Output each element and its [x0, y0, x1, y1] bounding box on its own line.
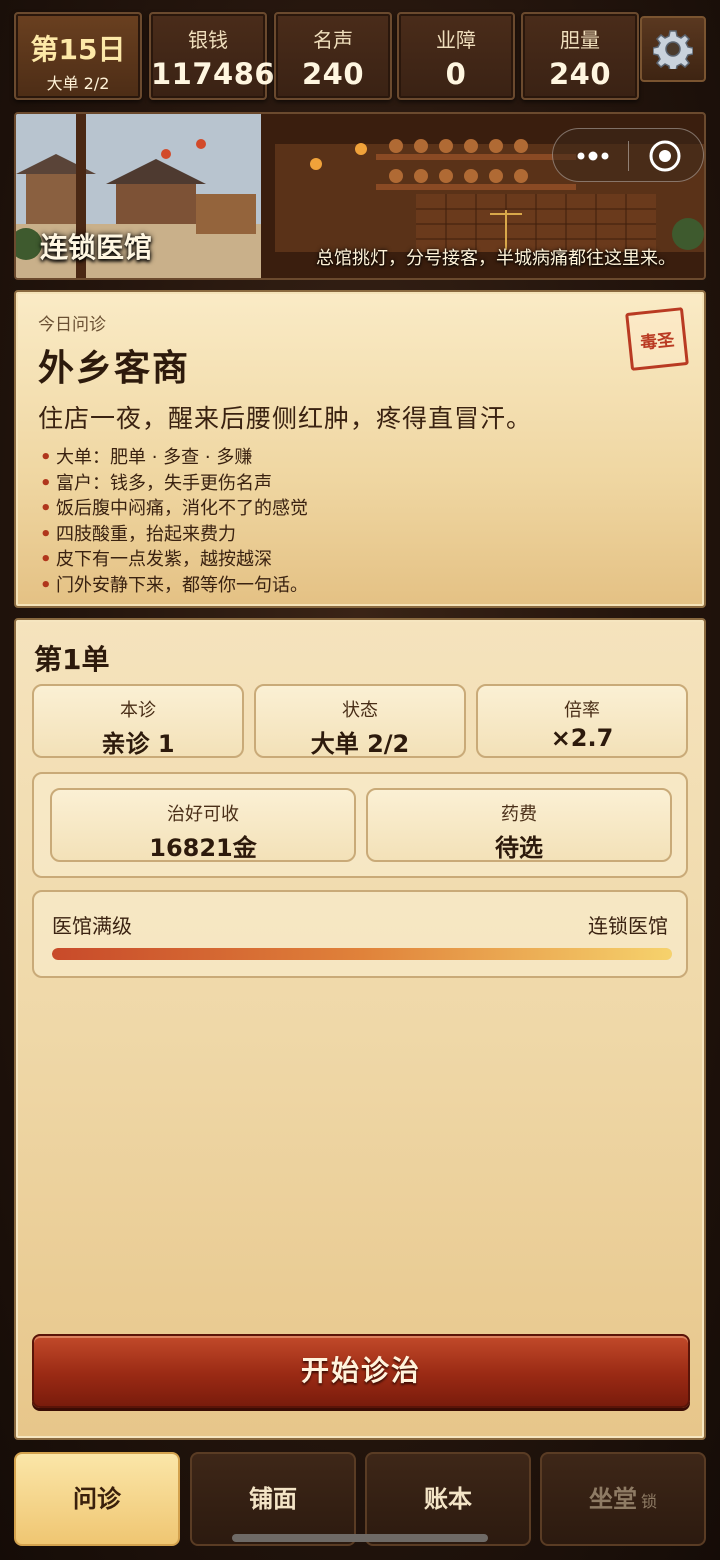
trait-item: 富户：钱多，失手更伤名声: [38, 471, 682, 497]
capsule-divider: [628, 141, 629, 171]
cell-label: 药费: [501, 804, 537, 825]
stat-label: 名声: [313, 28, 353, 52]
stat-label: 业障: [436, 28, 476, 52]
stat-fame: 名声 240: [274, 12, 392, 100]
lock-label: 锁: [640, 1492, 657, 1511]
cell-value: 亲诊 1: [101, 730, 175, 758]
patient-tag: 今日问诊: [38, 315, 106, 335]
order-title: 第1单: [34, 643, 110, 676]
stat-label: 银钱: [188, 28, 228, 52]
top-stats-bar: 第15日 大单 2/2 银钱 117486 名声 240 业障 0 胆量 240: [14, 12, 706, 102]
cell-label: 倍率: [564, 700, 600, 721]
stat-value: 117486: [151, 57, 276, 91]
reward-cell: 治好可收 16821金: [50, 788, 356, 862]
day-label: 第15日: [30, 33, 126, 66]
gear-icon: [653, 30, 693, 69]
trait-item: 门外安静下来，都等你一句话。: [38, 573, 682, 599]
stat-silver: 银钱 117486: [149, 12, 276, 100]
cell-label: 本诊: [120, 700, 156, 721]
stat-label: 胆量: [560, 28, 600, 52]
stat-karma: 业障 0: [397, 12, 515, 100]
patient-card: 今日问诊 外乡客商 住店一夜，醒来后腰侧红肿，疼得直冒汗。 大单：肥单 · 多查…: [14, 290, 706, 608]
tab-shop[interactable]: 铺面: [190, 1452, 356, 1546]
multiplier-cell: 倍率 ×2.7: [476, 684, 688, 758]
trait-item: 饭后腹中闷痛，消化不了的感觉: [38, 496, 682, 522]
tab-label: 问诊: [73, 1485, 121, 1513]
banner-title: 连锁医馆: [40, 231, 153, 264]
day-sub-label: 大单 2/2: [46, 74, 110, 93]
stat-value: 240: [301, 57, 365, 91]
cell-value: 16821金: [149, 834, 257, 862]
cell-label: 治好可收: [167, 804, 239, 825]
home-indicator[interactable]: [232, 1534, 488, 1542]
more-dots-icon[interactable]: [573, 139, 613, 173]
stat-value: 0: [445, 57, 467, 91]
day-counter: 第15日 大单 2/2: [14, 12, 142, 100]
status-cell: 状态 大单 2/2: [254, 684, 466, 758]
patient-description: 住店一夜，醒来后腰侧红肿，疼得直冒汗。: [38, 404, 533, 433]
trait-item: 皮下有一点发紫，越按越深: [38, 547, 682, 573]
level-progress-fill: [52, 948, 672, 960]
tab-label: 铺面: [249, 1485, 297, 1513]
tab-ledger[interactable]: 账本: [365, 1452, 531, 1546]
clinic-level-box: 医馆满级 连锁医馆: [32, 890, 688, 978]
stat-value: 240: [548, 57, 612, 91]
clinic-banner: 连锁医馆 总馆挑灯，分号接客，半城病痛都往这里来。: [14, 112, 706, 280]
fee-box: 治好可收 16821金 药费 待选: [32, 772, 688, 878]
start-treatment-button[interactable]: 开始诊治: [32, 1334, 690, 1408]
cell-value: 待选: [495, 834, 543, 862]
patient-traits-list: 大单：肥单 · 多查 · 多赚 富户：钱多，失手更伤名声 饭后腹中闷痛，消化不了…: [38, 445, 682, 599]
medicine-fee-cell[interactable]: 药费 待选: [366, 788, 672, 862]
consult-cell: 本诊 亲诊 1: [32, 684, 244, 758]
tab-sit-hall[interactable]: 坐堂锁: [540, 1452, 706, 1546]
tab-label: 坐堂: [588, 1485, 637, 1513]
banner-caption: 总馆挑灯，分号接客，半城病痛都往这里来。: [316, 248, 676, 269]
tab-label: 账本: [424, 1485, 472, 1513]
level-progress-track: [52, 948, 672, 960]
patient-name: 外乡客商: [38, 348, 191, 389]
trait-item: 四肢酸重，抬起来费力: [38, 522, 682, 548]
cell-value: 大单 2/2: [310, 730, 410, 758]
settings-button[interactable]: [640, 16, 706, 82]
miniprogram-capsule: [552, 128, 704, 182]
level-left-label: 医馆满级: [52, 914, 132, 938]
tab-consult[interactable]: 问诊: [14, 1452, 180, 1546]
level-right-label: 连锁医馆: [588, 914, 668, 938]
trait-item: 大单：肥单 · 多查 · 多赚: [38, 445, 682, 471]
cell-value: ×2.7: [550, 724, 614, 752]
cell-label: 状态: [342, 700, 378, 721]
order-panel: 第1单 本诊 亲诊 1 状态 大单 2/2 倍率 ×2.7 治好可收 16821…: [14, 618, 706, 1440]
target-icon[interactable]: [645, 139, 685, 173]
stat-courage: 胆量 240: [521, 12, 639, 100]
poison-saint-seal: 毒圣: [625, 307, 689, 371]
